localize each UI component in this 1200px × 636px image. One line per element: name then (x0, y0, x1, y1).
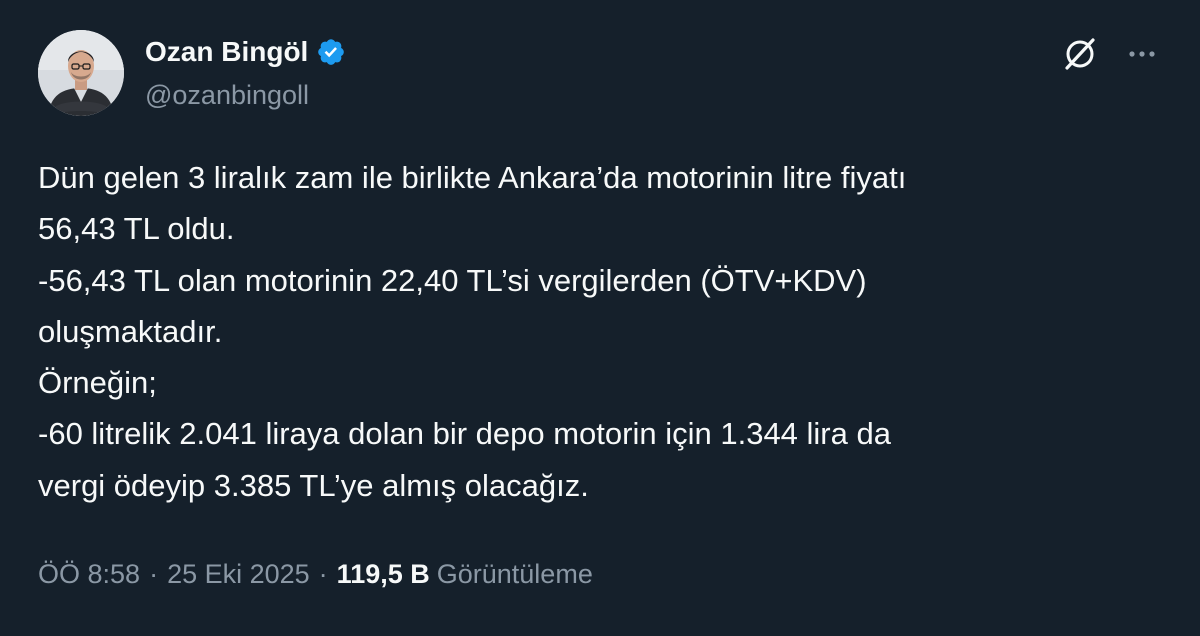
tweet-text-line: 56,43 TL oldu. (38, 211, 235, 247)
meta-separator: · (149, 558, 159, 589)
tweet-text: Dün gelen 3 liralık zam ile birlikte Ank… (38, 152, 1163, 511)
views-count: 119,5 B (336, 558, 430, 589)
tweet-text-line: vergi ödeyip 3.385 TL’ye almış olacağız. (38, 467, 589, 503)
author-name-row: Ozan Bingöl (145, 34, 346, 70)
more-options-icon[interactable] (1120, 32, 1164, 76)
verified-badge-icon (316, 37, 346, 67)
tweet-text-line: oluşmaktadır. (38, 313, 223, 349)
tweet-meta: ÖÖ 8:58 · 25 Eki 2025 · 119,5 B Görüntül… (38, 554, 593, 594)
tweet-date[interactable]: 25 Eki 2025 (167, 559, 310, 590)
display-name[interactable]: Ozan Bingöl (145, 36, 308, 68)
avatar-image (38, 30, 124, 116)
tweet-card: Ozan Bingöl @ozanbingoll Dün gelen 3 lir… (0, 0, 1200, 636)
views-label: Görüntüleme (436, 558, 593, 589)
tweet-text-line: Örneğin; (38, 365, 157, 401)
avatar[interactable] (38, 30, 124, 116)
tweet-text-line: -60 litrelik 2.041 liraya dolan bir depo… (38, 416, 891, 452)
tweet-time[interactable]: ÖÖ 8:58 (38, 559, 140, 590)
tweet-text-line: -56,43 TL olan motorinin 22,40 TL’si ver… (38, 262, 867, 298)
author-handle[interactable]: @ozanbingoll (145, 80, 309, 111)
tweet-text-line: Dün gelen 3 liralık zam ile birlikte Ank… (38, 160, 907, 195)
grok-icon[interactable] (1058, 32, 1102, 76)
meta-separator: · (318, 558, 328, 589)
